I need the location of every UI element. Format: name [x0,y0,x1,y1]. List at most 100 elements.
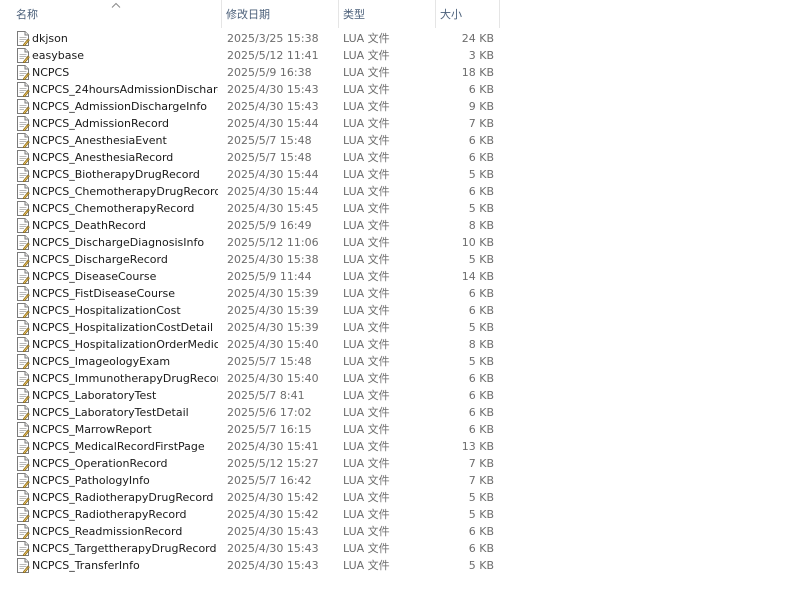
lua-file-icon [17,48,30,63]
file-modified-date: 2025/5/7 16:42 [227,474,312,487]
file-name: NCPCS_DischargeDiagnosisInfo [32,236,205,249]
file-type: LUA 文件 [343,423,390,436]
file-size: 6 KB [468,542,494,555]
file-row[interactable]: easybase 2025/5/12 11:41 LUA 文件 3 KB [0,47,500,64]
file-modified-date: 2025/5/7 16:15 [227,423,312,436]
lua-file-icon [17,558,30,573]
file-name: NCPCS_TransferInfo [32,559,140,572]
file-type: LUA 文件 [343,32,390,45]
lua-file-icon [17,65,30,80]
lua-file-icon [17,422,30,437]
file-type: LUA 文件 [343,321,390,334]
file-row[interactable]: NCPCS_DiseaseCourse 2025/5/9 11:44 LUA 文… [0,268,500,285]
file-size: 6 KB [468,287,494,300]
file-size: 6 KB [468,83,494,96]
file-size: 8 KB [468,219,494,232]
file-row[interactable]: NCPCS_ReadmissionRecord 2025/4/30 15:43 … [0,523,500,540]
file-name: NCPCS_BiotherapyDrugRecord [32,168,200,181]
file-size: 5 KB [468,321,494,334]
file-row[interactable]: NCPCS_RadiotherapyRecord 2025/4/30 15:42… [0,506,500,523]
file-row[interactable]: NCPCS_TransferInfo 2025/4/30 15:43 LUA 文… [0,557,500,574]
file-row[interactable]: NCPCS_ImmunotherapyDrugRecord 2025/4/30 … [0,370,500,387]
file-row[interactable]: NCPCS_DischargeDiagnosisInfo 2025/5/12 1… [0,234,500,251]
file-modified-date: 2025/4/30 15:40 [227,372,319,385]
file-type: LUA 文件 [343,440,390,453]
lua-file-icon [17,490,30,505]
file-name: NCPCS_DischargeRecord [32,253,168,266]
lua-file-icon [17,524,30,539]
file-name: NCPCS_ImmunotherapyDrugRecord [32,372,218,385]
lua-file-icon [17,235,30,250]
file-list: dkjson 2025/3/25 15:38 LUA 文件 24 KB easy… [0,30,500,574]
file-row[interactable]: NCPCS_ChemotherapyRecord 2025/4/30 15:45… [0,200,500,217]
file-size: 6 KB [468,151,494,164]
file-name: NCPCS_ImageologyExam [32,355,171,368]
file-type: LUA 文件 [343,491,390,504]
file-row[interactable]: NCPCS_OperationRecord 2025/5/12 15:27 LU… [0,455,500,472]
file-type: LUA 文件 [343,559,390,572]
file-row[interactable]: NCPCS_TargettherapyDrugRecord 2025/4/30 … [0,540,500,557]
column-header-bar: 名称 修改日期 类型 大小 [0,0,500,28]
file-row[interactable]: NCPCS_PathologyInfo 2025/5/7 16:42 LUA 文… [0,472,500,489]
lua-file-icon [17,473,30,488]
column-header-modified[interactable]: 修改日期 [222,0,338,28]
file-row[interactable]: NCPCS_MedicalRecordFirstPage 2025/4/30 1… [0,438,500,455]
file-type: LUA 文件 [343,474,390,487]
column-separator[interactable] [499,0,500,28]
file-modified-date: 2025/4/30 15:41 [227,440,319,453]
file-size: 6 KB [468,185,494,198]
file-row[interactable]: NCPCS_HospitalizationCost 2025/4/30 15:3… [0,302,500,319]
file-row[interactable]: NCPCS_RadiotherapyDrugRecord 2025/4/30 1… [0,489,500,506]
lua-file-icon [17,337,30,352]
file-row[interactable]: NCPCS_AdmissionDischargeInfo 2025/4/30 1… [0,98,500,115]
file-modified-date: 2025/5/7 8:41 [227,389,305,402]
file-name: NCPCS_AdmissionDischargeInfo [32,100,207,113]
file-name: NCPCS_ChemotherapyRecord [32,202,195,215]
file-type: LUA 文件 [343,542,390,555]
file-name: NCPCS_RadiotherapyDrugRecord [32,491,214,504]
file-row[interactable]: NCPCS_ChemotherapyDrugRecord 2025/4/30 1… [0,183,500,200]
column-header-type[interactable]: 类型 [339,0,435,28]
file-type: LUA 文件 [343,270,390,283]
file-modified-date: 2025/4/30 15:40 [227,338,319,351]
column-header-size[interactable]: 大小 [436,0,499,28]
file-name: NCPCS [32,66,70,79]
file-row[interactable]: NCPCS_AdmissionRecord 2025/4/30 15:44 LU… [0,115,500,132]
sort-ascending-icon [111,2,121,8]
file-name: NCPCS_PathologyInfo [32,474,150,487]
file-row[interactable]: NCPCS_AnesthesiaRecord 2025/5/7 15:48 LU… [0,149,500,166]
file-row[interactable]: NCPCS_HospitalizationOrderMedicine 2025/… [0,336,500,353]
file-size: 5 KB [468,168,494,181]
file-size: 5 KB [468,202,494,215]
lua-file-icon [17,252,30,267]
file-row[interactable]: NCPCS_ImageologyExam 2025/5/7 15:48 LUA … [0,353,500,370]
file-row[interactable]: NCPCS_24hoursAdmissionDischargeI... 2025… [0,81,500,98]
file-name: easybase [32,49,84,62]
file-row[interactable]: NCPCS 2025/5/9 16:38 LUA 文件 18 KB [0,64,500,81]
file-name: NCPCS_DeathRecord [32,219,146,232]
file-type: LUA 文件 [343,66,390,79]
file-type: LUA 文件 [343,100,390,113]
file-row[interactable]: NCPCS_BiotherapyDrugRecord 2025/4/30 15:… [0,166,500,183]
file-size: 7 KB [468,117,494,130]
file-row[interactable]: NCPCS_DischargeRecord 2025/4/30 15:38 LU… [0,251,500,268]
file-row[interactable]: dkjson 2025/3/25 15:38 LUA 文件 24 KB [0,30,500,47]
file-size: 6 KB [468,372,494,385]
file-type: LUA 文件 [343,49,390,62]
file-row[interactable]: NCPCS_LaboratoryTestDetail 2025/5/6 17:0… [0,404,500,421]
lua-file-icon [17,541,30,556]
file-modified-date: 2025/4/30 15:44 [227,117,319,130]
file-row[interactable]: NCPCS_DeathRecord 2025/5/9 16:49 LUA 文件 … [0,217,500,234]
file-row[interactable]: NCPCS_FistDiseaseCourse 2025/4/30 15:39 … [0,285,500,302]
file-row[interactable]: NCPCS_LaboratoryTest 2025/5/7 8:41 LUA 文… [0,387,500,404]
file-name: NCPCS_LaboratoryTest [32,389,157,402]
file-name: dkjson [32,32,68,45]
file-size: 6 KB [468,304,494,317]
file-row[interactable]: NCPCS_AnesthesiaEvent 2025/5/7 15:48 LUA… [0,132,500,149]
file-name: NCPCS_AnesthesiaRecord [32,151,174,164]
file-size: 14 KB [461,270,494,283]
file-row[interactable]: NCPCS_MarrowReport 2025/5/7 16:15 LUA 文件… [0,421,500,438]
file-row[interactable]: NCPCS_HospitalizationCostDetail 2025/4/3… [0,319,500,336]
file-modified-date: 2025/4/30 15:43 [227,525,319,538]
column-header-modified-label: 修改日期 [226,8,270,21]
